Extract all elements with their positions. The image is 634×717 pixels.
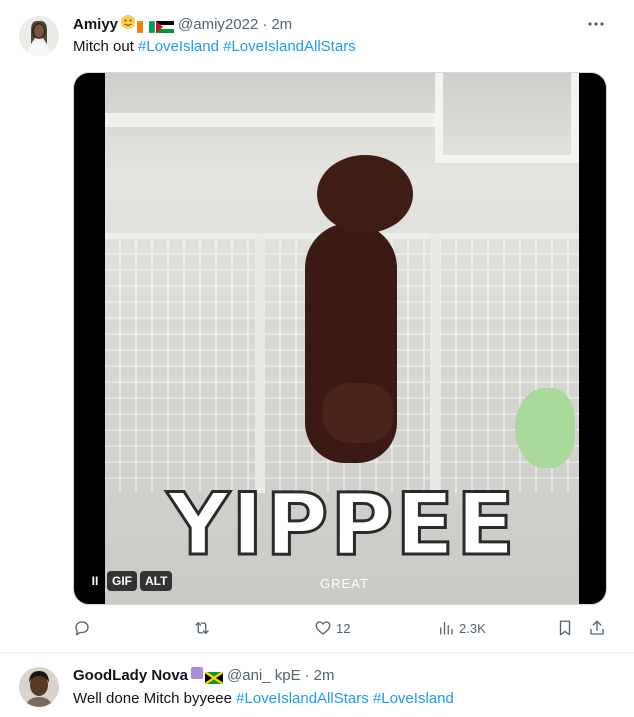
- avatar[interactable]: [19, 16, 59, 56]
- gif-badge: GIF: [107, 571, 137, 591]
- hashtag-link[interactable]: #LoveIsland: [138, 38, 219, 55]
- views-count: 2.3K: [459, 620, 486, 636]
- avatar-photo-icon: [19, 16, 59, 56]
- gif-caption: YIPPEE: [166, 474, 517, 577]
- hashtag-link[interactable]: #LoveIslandAllStars: [236, 690, 369, 707]
- share-icon: [590, 620, 604, 635]
- avatar-photo-icon: [19, 667, 59, 707]
- bookmark-icon: [559, 620, 571, 636]
- separator-dot: ·: [304, 667, 310, 684]
- share-button[interactable]: [588, 617, 606, 639]
- hashtag-link[interactable]: #LoveIslandAllStars: [223, 38, 356, 55]
- like-count: 12: [336, 620, 351, 636]
- jamaica-flag-icon: [204, 670, 224, 685]
- like-button[interactable]: 12: [314, 617, 350, 639]
- pause-button[interactable]: II: [86, 571, 104, 591]
- dog-figure: [317, 155, 413, 233]
- gif-background: [435, 73, 579, 163]
- gif-frame: YIPPEE GREAT: [105, 73, 579, 604]
- retweet-icon: [195, 622, 209, 634]
- heart-icon: [315, 621, 331, 635]
- hashtag-link[interactable]: #LoveIsland: [373, 690, 454, 707]
- gif-media[interactable]: YIPPEE GREAT II GIF ALT: [73, 72, 607, 605]
- palestine-flag-icon: [156, 19, 175, 33]
- media-badges: II GIF ALT: [86, 571, 173, 591]
- gif-background: [430, 233, 440, 493]
- reply-button[interactable]: [73, 617, 95, 639]
- ivory-coast-flag-icon: [136, 19, 156, 34]
- smiling-face-icon: [120, 14, 136, 36]
- tweet-text-plain: Well done Mitch byyeee: [73, 690, 232, 707]
- timestamp[interactable]: 2m: [271, 15, 292, 35]
- retweet-button[interactable]: [193, 617, 215, 639]
- tweet-header: Amiyy @amiy2022 · 2m: [73, 14, 292, 36]
- bookmark-button[interactable]: [556, 617, 574, 639]
- dog-figure: [323, 383, 393, 443]
- display-name[interactable]: Amiyy: [73, 15, 118, 35]
- purple-square-icon: [190, 666, 204, 686]
- tweet[interactable]: GoodLady Nova @ani_ kpE · 2m Well done M…: [0, 653, 634, 717]
- reply-icon: [75, 621, 89, 636]
- gif-background: [515, 388, 575, 468]
- more-dots-icon: [588, 22, 604, 26]
- more-options-button[interactable]: [586, 14, 606, 34]
- tweet-actions: 12 2.3K: [73, 617, 607, 639]
- tweet[interactable]: Amiyy @amiy2022 · 2m Mitch out #LoveIsla…: [0, 0, 634, 653]
- views-button[interactable]: 2.3K: [437, 617, 486, 639]
- tweet-header: GoodLady Nova @ani_ kpE · 2m: [73, 666, 334, 686]
- user-handle[interactable]: @ani_ kpE: [227, 666, 301, 686]
- gif-background: [255, 233, 265, 493]
- alt-text-button[interactable]: ALT: [140, 571, 173, 591]
- tweet-text: Mitch out #LoveIsland #LoveIslandAllStar…: [73, 37, 356, 57]
- gif-background: [105, 113, 435, 127]
- tweet-text-plain: Mitch out: [73, 38, 134, 55]
- analytics-icon: [440, 622, 453, 635]
- gif-subcaption: GREAT: [320, 576, 369, 591]
- timestamp[interactable]: 2m: [314, 666, 335, 686]
- tweet-text: Well done Mitch byyeee #LoveIslandAllSta…: [73, 689, 454, 709]
- avatar[interactable]: [19, 667, 59, 707]
- separator-dot: ·: [262, 16, 268, 33]
- user-handle[interactable]: @amiy2022: [178, 15, 258, 35]
- display-name[interactable]: GoodLady Nova: [73, 666, 188, 686]
